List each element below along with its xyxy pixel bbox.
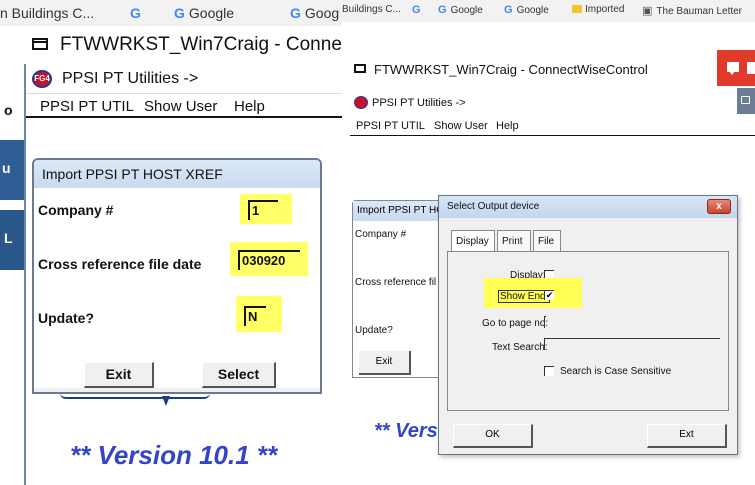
app-title: PPSI PT Utilities ->	[372, 97, 466, 109]
company-label: Company #	[38, 202, 114, 218]
menu-show-user[interactable]: Show User	[434, 120, 488, 132]
bookmark-buildings[interactable]: n Buildings C...	[0, 5, 94, 21]
bookmark-google-2[interactable]: G Google	[438, 4, 483, 16]
update-input[interactable]: N	[244, 306, 266, 326]
exit-button[interactable]: Exit	[359, 351, 411, 375]
text-search-label: Text Search:	[492, 342, 548, 353]
google-icon: G	[438, 4, 447, 16]
tab-print[interactable]: Print	[497, 230, 531, 252]
window-icon	[32, 38, 48, 50]
left-screenshot-pane: n Buildings C... G G Google G Goog o u L F…	[0, 0, 352, 485]
dialog-title: Select Output device	[447, 201, 540, 212]
bookmark-google-3[interactable]: G Google	[504, 4, 549, 16]
update-label: Update?	[355, 325, 393, 336]
import-xref-dialog: Import PPSI PT HOST XREF Company # 1 Cro…	[32, 158, 322, 394]
dialog-body: Company # 1 Cross reference file date 03…	[34, 188, 320, 388]
dialog-title: Import PPSI PT HOST XREF	[42, 166, 223, 182]
menu-help[interactable]: Help	[234, 98, 265, 115]
xref-date-highlight: 030920	[230, 242, 308, 276]
google-icon: G	[412, 4, 421, 16]
app-menubar: PPSI PT UTIL Show User Help	[350, 116, 755, 136]
menu-help[interactable]: Help	[496, 120, 519, 132]
bookmarks-bar: n Buildings C... G G Google G Goog	[0, 0, 352, 26]
version-banner: ** Vers	[374, 420, 438, 442]
google-icon: G	[290, 5, 301, 21]
menu-ppsi-pt-util[interactable]: PPSI PT UTIL	[356, 120, 425, 132]
xref-date-label: Cross reference file date	[38, 256, 202, 272]
menu-show-user[interactable]: Show User	[144, 98, 217, 115]
bookmark-google-2[interactable]: G Google	[174, 5, 234, 21]
page-icon: ▣	[642, 5, 653, 17]
window-title: FTWWRKST_Win7Craig - ConnectWiseControl	[374, 62, 648, 77]
company-input[interactable]: 1	[248, 200, 278, 220]
bookmark-buildings[interactable]: Buildings C...	[342, 4, 401, 15]
goto-page-label: Go to page no:	[482, 318, 549, 329]
exit-button[interactable]: Ext	[647, 424, 727, 448]
app-logo-icon: FG4	[32, 70, 52, 88]
background-window-edge: o u L	[0, 60, 24, 270]
update-highlight: N	[236, 296, 282, 332]
case-sensitive-label: Search is Case Sensitive	[560, 366, 672, 377]
app-titlebar: FG4 PPSI PT Utilities ->	[26, 64, 352, 94]
background-blue-band: u	[0, 140, 24, 200]
background-blue-band: L	[0, 210, 24, 270]
down-arrow-icon	[162, 396, 170, 406]
case-sensitive-checkbox[interactable]	[544, 366, 554, 376]
chat-icon[interactable]	[727, 62, 739, 75]
google-icon: G	[504, 4, 513, 16]
tab-file[interactable]: File	[533, 230, 561, 252]
xref-date-input[interactable]: 030920	[238, 250, 300, 270]
update-label: Update?	[38, 310, 94, 326]
app-menubar: PPSI PT UTIL Show User Help	[26, 94, 352, 118]
decorative-arc	[60, 393, 210, 399]
right-screenshot-pane: Buildings C... G G Google G Google Importe…	[342, 0, 755, 485]
exit-button[interactable]: Exit	[84, 362, 154, 388]
menu-ppsi-pt-util[interactable]: PPSI PT UTIL	[40, 98, 134, 115]
select-button[interactable]: Select	[202, 362, 276, 388]
window-title: FTWWRKST_Win7Craig - ConnectW	[60, 34, 352, 55]
app-titlebar: PPSI PT Utilities ->	[350, 92, 755, 114]
show-end-checkbox[interactable]: ✔	[544, 290, 554, 300]
xref-date-label: Cross reference fil	[355, 277, 437, 288]
goto-page-input[interactable]	[544, 316, 546, 328]
connectwise-toolbar[interactable]	[717, 50, 755, 86]
bookmark-google-1[interactable]: G	[130, 5, 145, 21]
bookmark-google-3[interactable]: G Goog	[290, 5, 339, 21]
restore-icon	[741, 96, 750, 104]
ok-button[interactable]: OK	[453, 424, 533, 448]
app-title: PPSI PT Utilities ->	[62, 70, 199, 87]
bookmark-bauman-letter[interactable]: ▣ The Bauman Letter	[642, 4, 742, 17]
bookmark-google-1[interactable]: G	[412, 4, 425, 16]
company-highlight: 1	[240, 194, 292, 224]
version-banner: ** Version 10.1 **	[70, 440, 278, 470]
bookmark-imported[interactable]: Imported	[572, 4, 624, 15]
display-tab-panel: Display: Show End: ✔ Go to page no: Text…	[447, 251, 729, 411]
restore-button[interactable]	[737, 88, 755, 114]
gear-icon[interactable]	[747, 62, 755, 74]
bookmarks-bar: Buildings C... G G Google G Google Importe…	[342, 0, 755, 22]
select-output-device-dialog: Select Output device x Display Print Fil…	[438, 195, 738, 455]
google-icon: G	[174, 5, 185, 21]
google-icon: G	[130, 5, 141, 21]
tab-display[interactable]: Display	[451, 230, 495, 252]
app-logo-icon	[354, 96, 368, 109]
folder-icon	[572, 5, 582, 13]
company-label: Company #	[355, 229, 407, 240]
dialog-titlebar: Select Output device x	[439, 196, 737, 218]
window-icon	[354, 64, 366, 73]
show-end-label: Show End:	[498, 290, 551, 303]
remote-window-titlebar: FTWWRKST_Win7Craig - ConnectW	[24, 28, 352, 62]
remote-window-titlebar: FTWWRKST_Win7Craig - ConnectWiseControl	[350, 54, 755, 84]
dialog-titlebar: Import PPSI PT HOST XREF	[34, 160, 320, 188]
text-search-input[interactable]	[544, 338, 720, 350]
close-button[interactable]: x	[707, 199, 731, 214]
